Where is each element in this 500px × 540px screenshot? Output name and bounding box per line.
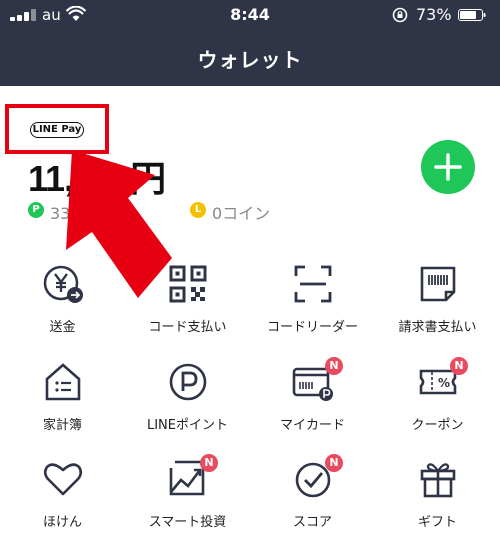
menu-item-smart-investment[interactable]: N スマート投資 [125, 450, 250, 540]
menu-item-label: スマート投資 [148, 515, 227, 530]
menu-item-label: マイカード [279, 418, 345, 433]
menu-item-transfer[interactable]: 送金 [0, 255, 125, 345]
svg-text:%: % [438, 376, 450, 390]
menu-item-line-points[interactable]: LINEポイント [125, 353, 250, 443]
coins-label: 0コイン [212, 204, 271, 223]
app-header: au 8:44 73% ウォレット [0, 0, 500, 86]
menu-item-score[interactable]: N スコア [250, 450, 375, 540]
menu-item-code-payment[interactable]: コード支払い [125, 255, 250, 345]
menu-item-label: ほけん [42, 515, 82, 530]
new-badge: N [325, 357, 343, 375]
menu-item-insurance[interactable]: ほけん [0, 450, 125, 540]
menu-item-label: LINEポイント [146, 418, 228, 433]
linepay-badge[interactable]: LINE Pay [30, 122, 84, 138]
menu-item-label: 請求書支払い [398, 320, 477, 335]
new-badge: N [200, 454, 218, 472]
menu-item-label: 送金 [49, 320, 76, 335]
battery-icon [458, 9, 486, 21]
new-badge: N [325, 454, 343, 472]
line-points-icon: P [28, 202, 44, 218]
balance-amount[interactable]: 11,190円 [28, 150, 166, 202]
new-badge: N [450, 357, 468, 375]
menu-item-label: クーポン [411, 418, 464, 433]
menu-item-code-reader[interactable]: コードリーダー [250, 255, 375, 345]
invoice-icon [420, 266, 456, 302]
add-button[interactable] [421, 140, 475, 194]
menu-item-my-card[interactable]: N マイカード [250, 353, 375, 443]
yen-transfer-icon [43, 265, 83, 303]
household-book-icon [45, 363, 81, 401]
scan-frame-icon [294, 265, 332, 303]
plus-icon [434, 153, 462, 181]
menu-item-label: コードリーダー [266, 320, 358, 335]
battery-percentage: 73% [416, 5, 452, 24]
page-title: ウォレット [197, 48, 303, 72]
points-icon [169, 363, 207, 401]
qr-code-icon [169, 265, 207, 303]
heart-icon [43, 463, 83, 496]
gift-icon [420, 463, 456, 498]
status-bar: au 8:44 73% [0, 0, 500, 28]
menu-item-household-book[interactable]: 家計簿 [0, 353, 125, 443]
menu-item-label: 家計簿 [42, 418, 82, 433]
line-coin-icon: L [190, 202, 206, 218]
rotation-lock-icon [392, 7, 408, 23]
menu-item-invoice-payment[interactable]: 請求書支払い [375, 255, 500, 345]
menu-item-label: コード支払い [148, 320, 227, 335]
menu-item-gift[interactable]: ギフト [375, 450, 500, 540]
menu-item-label: ギフト [417, 515, 457, 530]
menu-item-coupon[interactable]: % N クーポン [375, 353, 500, 443]
points-label: 33 ポイント [50, 204, 140, 223]
menu-item-label: スコア [292, 515, 332, 530]
